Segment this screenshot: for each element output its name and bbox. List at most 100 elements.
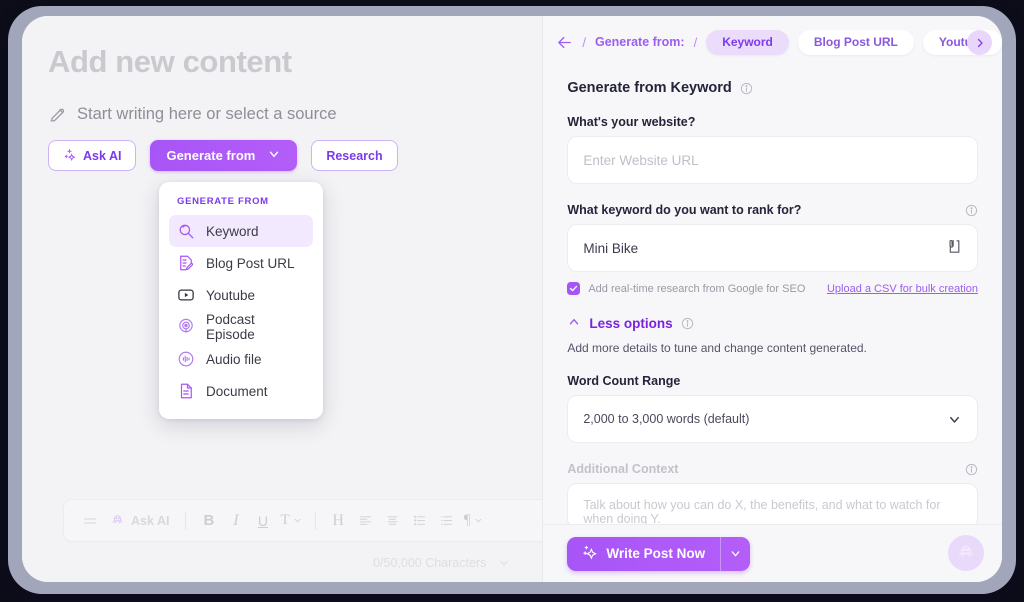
toolbar-divider <box>185 511 187 530</box>
toolbar-ask-ai-button[interactable]: Ask AI <box>104 512 175 530</box>
keyword-field-label-row: What keyword do you want to rank for? <box>567 203 978 217</box>
panel-heading: Generate from Keyword <box>567 80 732 96</box>
toolbar-ask-ai-label: Ask AI <box>131 513 170 528</box>
editor-pane: Add new content Start writing here or se… <box>22 16 573 582</box>
text-style-label: T <box>280 512 290 528</box>
bullet-list-icon[interactable] <box>407 508 432 534</box>
upload-csv-link[interactable]: Upload a CSV for bulk creation <box>827 283 978 295</box>
seo-research-label: Add real-time research from Google for S… <box>588 282 806 295</box>
youtube-icon <box>177 286 195 304</box>
italic-button[interactable]: I <box>223 508 248 534</box>
word-count-select[interactable]: 2,000 to 3,000 words (default) <box>567 395 978 443</box>
align-center-icon[interactable] <box>380 508 405 534</box>
back-arrow-icon[interactable] <box>556 34 573 51</box>
character-counter-text: 0/50,000 Characters <box>373 556 487 570</box>
less-options-toggle[interactable]: Less options <box>567 315 978 332</box>
info-icon[interactable] <box>965 204 978 217</box>
generate-from-button[interactable]: Generate from <box>150 140 298 171</box>
keyword-field-label: What keyword do you want to rank for? <box>567 203 802 217</box>
bold-button[interactable]: B <box>196 508 221 534</box>
podcast-icon <box>177 318 195 336</box>
website-url-input[interactable]: Enter Website URL <box>567 136 978 184</box>
align-left-icon[interactable] <box>353 508 378 534</box>
keyword-input-value: Mini Bike <box>583 240 639 256</box>
menu-item-youtube[interactable]: Youtube <box>169 279 313 311</box>
dropdown-heading: GENERATE FROM <box>177 196 269 207</box>
additional-context-placeholder: Talk about how you can do X, the benefit… <box>583 498 941 524</box>
menu-item-keyword[interactable]: Keyword <box>169 215 313 247</box>
attachment-icon[interactable] <box>945 238 962 258</box>
menu-item-document[interactable]: Document <box>169 375 313 407</box>
keyword-icon <box>177 222 195 240</box>
editor-placeholder-text: Start writing here or select a source <box>77 105 337 123</box>
chip-label: Blog Post URL <box>813 35 898 49</box>
paragraph-button[interactable]: ¶ <box>461 508 486 534</box>
format-toolbar: Ask AI B I U T H ¶ <box>63 499 573 542</box>
paragraph-label: ¶ <box>463 512 471 528</box>
chips-next-button[interactable] <box>967 30 992 55</box>
keyword-input[interactable]: Mini Bike <box>567 224 978 272</box>
octopus-icon <box>110 512 125 530</box>
document-icon <box>177 382 195 400</box>
page-title: Add new content <box>48 44 292 79</box>
panel-body: Generate from Keyword What's your websit… <box>543 68 1002 524</box>
info-icon[interactable] <box>740 82 753 95</box>
write-post-now-button[interactable]: Write Post Now <box>567 537 720 571</box>
generate-from-label: Generate from <box>166 148 256 163</box>
panel-heading-row: Generate from Keyword <box>567 80 978 96</box>
ask-ai-label: Ask AI <box>83 148 122 163</box>
check-icon <box>570 285 578 292</box>
word-count-label-row: Word Count Range <box>567 374 978 388</box>
write-post-options-caret[interactable] <box>720 536 750 571</box>
pencil-icon <box>48 105 67 124</box>
website-field-label: What's your website? <box>567 115 696 129</box>
text-style-button[interactable]: T <box>277 508 304 534</box>
seo-research-checkbox[interactable] <box>567 282 581 295</box>
word-count-value: 2,000 to 3,000 words (default) <box>583 412 750 426</box>
additional-context-label-row: Additional Context <box>567 462 978 476</box>
breadcrumb-separator: / <box>582 34 586 50</box>
breadcrumb-separator-2: / <box>693 34 698 50</box>
editor-placeholder-row[interactable]: Start writing here or select a source <box>48 105 337 124</box>
research-label: Research <box>326 148 383 163</box>
sparkle-icon <box>582 545 598 563</box>
menu-item-audio-file[interactable]: Audio file <box>169 343 313 375</box>
info-icon[interactable] <box>681 317 694 330</box>
seo-research-checkbox-group[interactable]: Add real-time research from Google for S… <box>567 282 805 295</box>
chip-blog-post-url[interactable]: Blog Post URL <box>797 29 914 55</box>
seo-research-row: Add real-time research from Google for S… <box>567 282 978 295</box>
less-options-description: Add more details to tune and change cont… <box>567 341 867 355</box>
numbered-list-icon[interactable] <box>434 508 459 534</box>
underline-button[interactable]: U <box>250 508 275 534</box>
audio-file-icon <box>177 350 195 368</box>
heading-button[interactable]: H <box>326 508 351 534</box>
generate-from-dropdown: GENERATE FROM Keyword Blog Post URL Yout… <box>159 182 323 419</box>
chevron-down-icon <box>267 147 281 164</box>
menu-item-podcast-episode[interactable]: Podcast Episode <box>169 311 313 343</box>
research-button[interactable]: Research <box>311 140 398 171</box>
chevron-down-icon <box>950 416 959 423</box>
chevron-right-icon <box>977 38 983 47</box>
panel-footer: Write Post Now <box>543 524 1002 582</box>
device-frame: Add new content Start writing here or se… <box>8 6 1016 594</box>
octopus-icon <box>956 541 976 566</box>
menu-item-blog-post-url[interactable]: Blog Post URL <box>169 247 313 279</box>
menu-item-label: Blog Post URL <box>206 255 295 271</box>
editor-action-row: Ask AI Generate from Research <box>48 140 398 171</box>
drag-handle-icon[interactable] <box>77 508 102 534</box>
app-screen: Add new content Start writing here or se… <box>22 16 1002 582</box>
write-post-now-group[interactable]: Write Post Now <box>567 536 751 571</box>
menu-item-label: Youtube <box>206 287 256 303</box>
info-icon[interactable] <box>965 463 978 476</box>
character-counter[interactable]: 0/50,000 Characters <box>373 556 510 570</box>
breadcrumb-label: Generate from: <box>594 35 685 49</box>
chip-keyword[interactable]: Keyword <box>706 29 789 55</box>
additional-context-textarea[interactable]: Talk about how you can do X, the benefit… <box>567 483 978 524</box>
octopus-assistant-button[interactable] <box>948 535 984 571</box>
ask-ai-button[interactable]: Ask AI <box>48 140 137 171</box>
chip-label: Keyword <box>722 35 773 49</box>
generate-side-panel: / Generate from: / Keyword Blog Post URL… <box>542 16 1002 582</box>
menu-item-label: Audio file <box>206 351 262 367</box>
sparkle-icon <box>63 148 76 164</box>
website-field-label-row: What's your website? <box>567 115 978 129</box>
